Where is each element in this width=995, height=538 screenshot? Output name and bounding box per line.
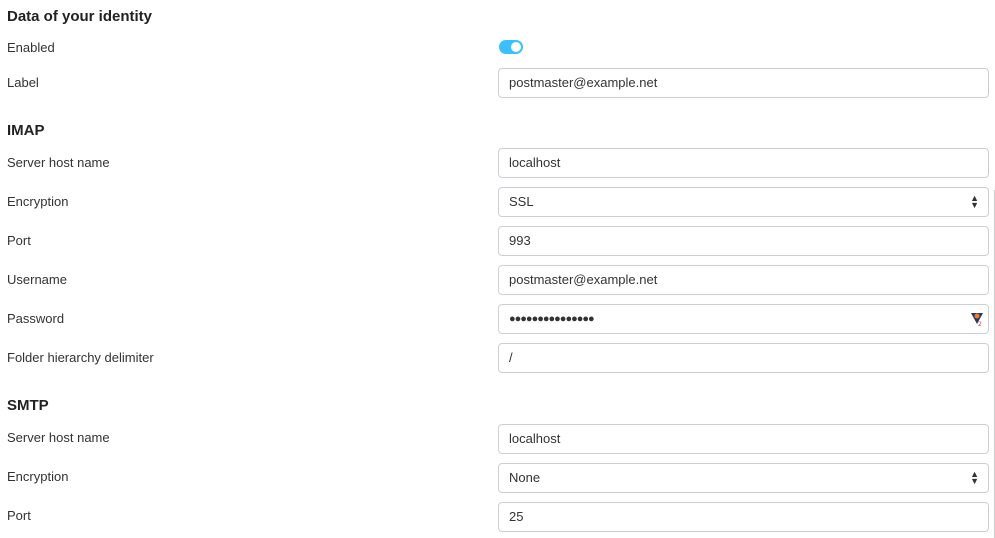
imap-delimiter-input[interactable]: / (498, 343, 989, 373)
select-arrows-icon: ▲ ▼ (970, 193, 979, 210)
imap-password-label: Password (7, 311, 65, 326)
select-arrows-icon: ▲ ▼ (970, 469, 979, 486)
smtp-host-input[interactable]: localhost (498, 424, 989, 454)
label-input[interactable]: postmaster@example.net (498, 68, 989, 98)
smtp-encryption-select[interactable]: None ▲ ▼ (498, 463, 989, 493)
password-dots: ●●●●●●●●●●●●●●● (509, 313, 595, 325)
smtp-encryption-label: Encryption (7, 469, 69, 484)
imap-port-label: Port (7, 233, 31, 248)
smtp-host-label: Server host name (7, 430, 110, 445)
imap-encryption-label: Encryption (7, 194, 69, 209)
label-label: Label (7, 75, 39, 90)
imap-username-input[interactable]: postmaster@example.net (498, 265, 989, 295)
smtp-port-input[interactable]: 25 (498, 502, 989, 532)
svg-text:2: 2 (978, 321, 982, 326)
smtp-encryption-value: None (509, 470, 541, 485)
password-manager-icon[interactable]: 2 (970, 312, 984, 326)
imap-username-label: Username (7, 272, 67, 287)
enabled-label: Enabled (7, 40, 55, 55)
smtp-heading: SMTP (7, 397, 49, 414)
imap-host-input[interactable]: localhost (498, 148, 989, 178)
imap-password-input[interactable]: ●●●●●●●●●●●●●●● 2 (498, 304, 989, 334)
identity-heading: Data of your identity (7, 8, 153, 25)
imap-delimiter-label: Folder hierarchy delimiter (7, 350, 154, 365)
enabled-toggle[interactable] (499, 40, 523, 54)
imap-host-label: Server host name (7, 155, 110, 170)
imap-heading: IMAP (7, 122, 45, 139)
imap-encryption-select[interactable]: SSL ▲ ▼ (498, 187, 989, 217)
smtp-port-label: Port (7, 508, 31, 523)
toggle-knob (511, 42, 521, 52)
imap-encryption-value: SSL (509, 194, 534, 209)
imap-port-input[interactable]: 993 (498, 226, 989, 256)
